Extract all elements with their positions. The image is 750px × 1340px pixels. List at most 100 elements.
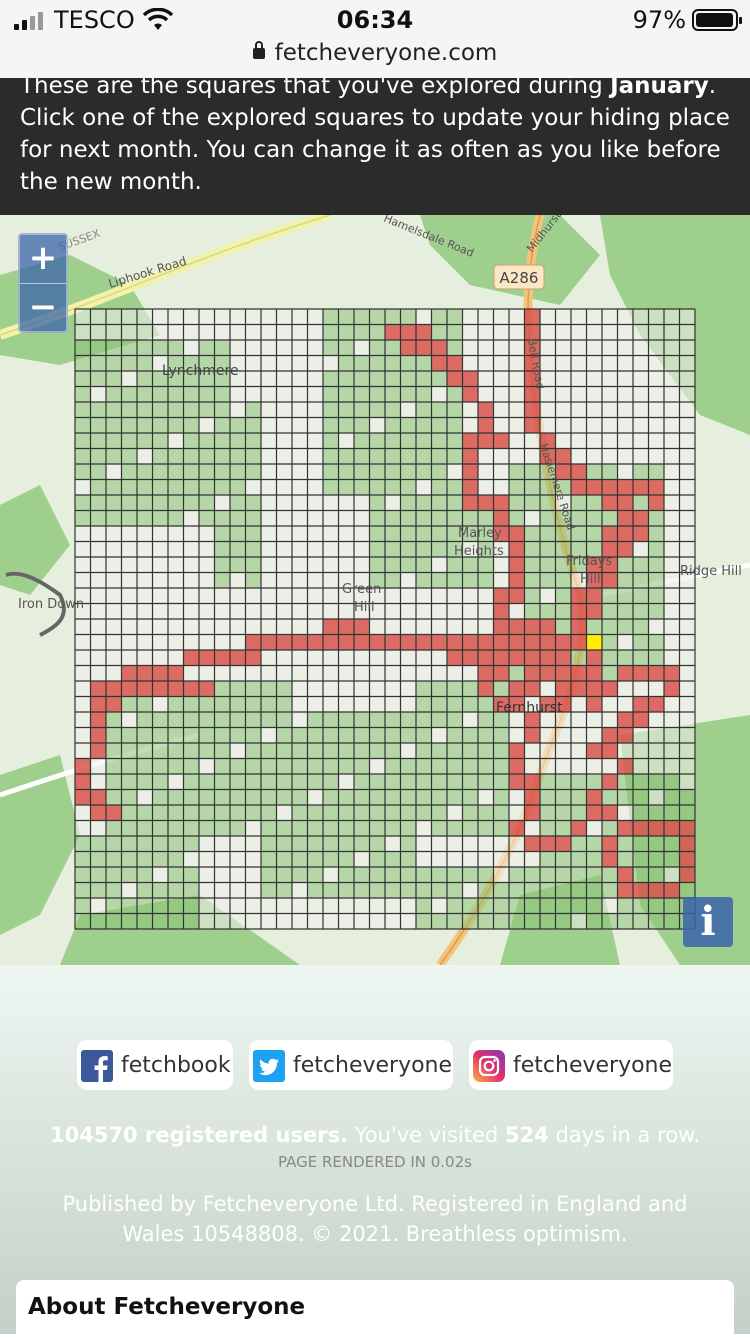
explored-square[interactable] [509, 634, 525, 651]
explored-square[interactable] [571, 820, 587, 837]
explored-square[interactable] [617, 712, 634, 728]
explored-square[interactable] [602, 495, 618, 511]
explored-square[interactable] [586, 696, 603, 713]
explored-square[interactable] [555, 836, 572, 852]
explored-square[interactable] [617, 665, 634, 682]
explored-square[interactable] [509, 650, 525, 666]
explored-square[interactable] [586, 665, 603, 682]
explored-square[interactable] [431, 355, 448, 372]
explored-square[interactable] [602, 774, 618, 790]
explored-square[interactable] [524, 634, 541, 651]
explored-square[interactable] [602, 727, 618, 744]
explored-square[interactable] [493, 588, 510, 604]
explored-square[interactable] [509, 758, 525, 775]
hiding-place-square[interactable] [586, 634, 603, 651]
explored-square[interactable] [509, 619, 525, 635]
explored-square[interactable] [462, 495, 479, 511]
explored-square[interactable] [617, 510, 634, 527]
explored-square[interactable] [462, 433, 479, 449]
explored-square[interactable] [555, 650, 572, 666]
explored-square[interactable] [540, 650, 556, 666]
explored-square[interactable] [137, 665, 153, 682]
explored-square[interactable] [307, 634, 324, 651]
explored-square[interactable] [478, 650, 494, 666]
explored-square[interactable] [617, 526, 634, 542]
explored-square[interactable] [648, 479, 665, 496]
explored-square[interactable] [106, 681, 122, 697]
explored-square[interactable] [648, 495, 665, 511]
explored-square[interactable] [524, 836, 541, 852]
explored-square[interactable] [617, 867, 634, 883]
explored-square[interactable] [602, 851, 618, 868]
explored-square[interactable] [524, 650, 541, 666]
map-canvas[interactable]: A286 Liphook Road Hamelsdale Road Midhur… [0, 215, 750, 965]
explored-square[interactable] [354, 634, 370, 651]
explored-square[interactable] [75, 789, 91, 806]
explored-square[interactable] [90, 727, 107, 744]
explored-square[interactable] [679, 836, 696, 852]
explored-square[interactable] [633, 479, 649, 496]
explored-square[interactable] [617, 882, 634, 899]
explored-square[interactable] [90, 743, 107, 759]
explored-square[interactable] [90, 712, 107, 728]
zoom-in-button[interactable]: + [20, 235, 66, 284]
explored-square[interactable] [509, 774, 525, 790]
explored-square[interactable] [509, 743, 525, 759]
explored-squares-map[interactable]: A286 Liphook Road Hamelsdale Road Midhur… [0, 215, 750, 965]
explored-square[interactable] [183, 650, 200, 666]
explored-square[interactable] [602, 479, 618, 496]
explored-square[interactable] [152, 665, 169, 682]
explored-square[interactable] [230, 650, 246, 666]
explored-square[interactable] [183, 681, 200, 697]
explored-square[interactable] [152, 681, 169, 697]
explored-square[interactable] [540, 836, 556, 852]
explored-square[interactable] [509, 557, 525, 573]
explored-square[interactable] [509, 820, 525, 837]
zoom-out-button[interactable]: − [20, 284, 66, 333]
explored-square[interactable] [571, 619, 587, 635]
explored-square[interactable] [90, 805, 107, 821]
explored-square[interactable] [447, 355, 463, 372]
explored-square[interactable] [679, 820, 696, 837]
explored-square[interactable] [121, 665, 138, 682]
explored-square[interactable] [602, 526, 618, 542]
explored-square[interactable] [617, 758, 634, 775]
explored-square[interactable] [462, 448, 479, 465]
explored-square[interactable] [571, 479, 587, 496]
explored-square[interactable] [493, 634, 510, 651]
explored-square[interactable] [540, 665, 556, 682]
explored-square[interactable] [617, 541, 634, 558]
explored-square[interactable] [586, 588, 603, 604]
explored-square[interactable] [617, 727, 634, 744]
explored-square[interactable] [648, 820, 665, 837]
explored-square[interactable] [416, 324, 432, 341]
explored-square[interactable] [447, 650, 463, 666]
explored-square[interactable] [540, 634, 556, 651]
explored-square[interactable] [478, 495, 494, 511]
explored-square[interactable] [400, 634, 417, 651]
explored-square[interactable] [571, 665, 587, 682]
explored-square[interactable] [664, 665, 680, 682]
explored-square[interactable] [664, 820, 680, 837]
explored-square[interactable] [168, 681, 184, 697]
explored-square[interactable] [323, 634, 339, 651]
explored-square[interactable] [90, 696, 107, 713]
explored-square[interactable] [493, 510, 510, 527]
explored-square[interactable] [90, 681, 107, 697]
explored-square[interactable] [679, 867, 696, 883]
explored-square[interactable] [369, 634, 386, 651]
explored-square[interactable] [555, 634, 572, 651]
explored-square[interactable] [431, 340, 448, 356]
explored-square[interactable] [90, 789, 107, 806]
explored-square[interactable] [509, 526, 525, 542]
explored-square[interactable] [524, 681, 541, 697]
explored-square[interactable] [524, 789, 541, 806]
explored-square[interactable] [462, 479, 479, 496]
explored-square[interactable] [462, 464, 479, 480]
explored-square[interactable] [633, 882, 649, 899]
explored-square[interactable] [586, 650, 603, 666]
explored-square[interactable] [524, 665, 541, 682]
explored-square[interactable] [478, 665, 494, 682]
explored-square[interactable] [354, 619, 370, 635]
explored-square[interactable] [602, 681, 618, 697]
